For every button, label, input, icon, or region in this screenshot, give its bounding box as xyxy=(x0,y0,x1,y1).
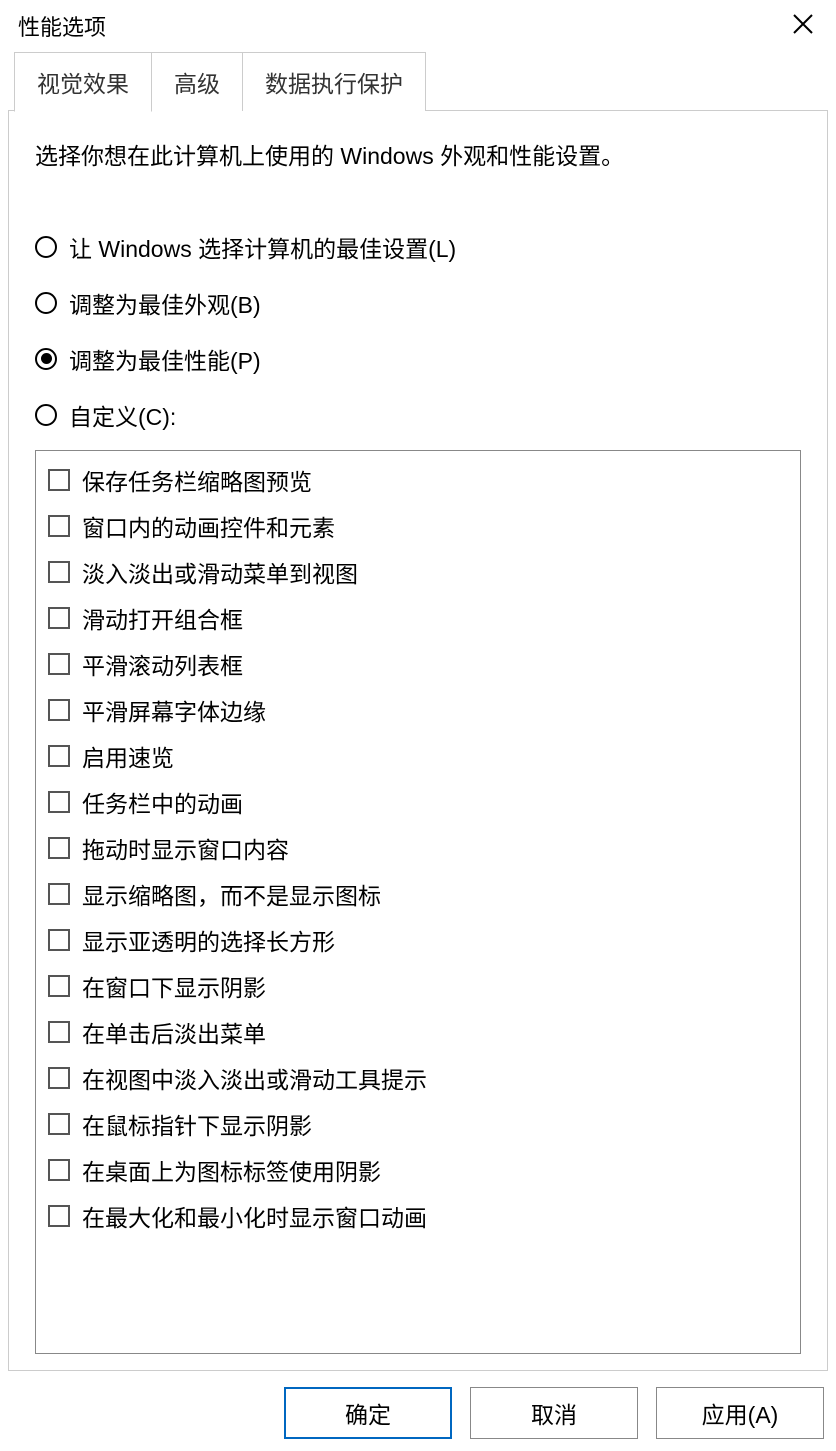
checkbox-item[interactable]: 在视图中淡入淡出或滑动工具提示 xyxy=(48,1061,788,1095)
checkbox-item[interactable]: 平滑屏幕字体边缘 xyxy=(48,693,788,727)
checkbox-icon xyxy=(48,699,70,721)
checkbox-label: 在鼠标指针下显示阴影 xyxy=(82,1107,312,1141)
titlebar: 性能选项 xyxy=(0,0,836,52)
checkbox-item[interactable]: 在桌面上为图标标签使用阴影 xyxy=(48,1153,788,1187)
button-row: 确定 取消 应用(A) xyxy=(0,1371,836,1451)
checkbox-label: 平滑滚动列表框 xyxy=(82,647,243,681)
checkbox-item[interactable]: 显示缩略图，而不是显示图标 xyxy=(48,877,788,911)
tab-label: 数据执行保护 xyxy=(265,71,403,97)
checkbox-icon xyxy=(48,1205,70,1227)
window-title: 性能选项 xyxy=(18,10,106,42)
tab-visual-effects[interactable]: 视觉效果 xyxy=(14,52,152,112)
checkbox-item[interactable]: 保存任务栏缩略图预览 xyxy=(48,463,788,497)
checkbox-icon xyxy=(48,1021,70,1043)
checkbox-item[interactable]: 窗口内的动画控件和元素 xyxy=(48,509,788,543)
radio-best-performance[interactable]: 调整为最佳性能(P) xyxy=(35,342,801,376)
checkbox-icon xyxy=(48,561,70,583)
radio-icon xyxy=(35,404,57,426)
checkbox-label: 淡入淡出或滑动菜单到视图 xyxy=(82,555,358,589)
checkbox-label: 平滑屏幕字体边缘 xyxy=(82,693,266,727)
radio-icon xyxy=(35,348,57,370)
checkbox-icon xyxy=(48,1113,70,1135)
checkbox-item[interactable]: 拖动时显示窗口内容 xyxy=(48,831,788,865)
checkbox-label: 窗口内的动画控件和元素 xyxy=(82,509,335,543)
radio-icon xyxy=(35,292,57,314)
checkbox-icon xyxy=(48,883,70,905)
checkbox-icon xyxy=(48,791,70,813)
checkbox-item[interactable]: 淡入淡出或滑动菜单到视图 xyxy=(48,555,788,589)
checkbox-item[interactable]: 显示亚透明的选择长方形 xyxy=(48,923,788,957)
checkbox-item[interactable]: 在最大化和最小化时显示窗口动画 xyxy=(48,1199,788,1233)
radio-label: 让 Windows 选择计算机的最佳设置(L) xyxy=(69,230,456,264)
checkbox-item[interactable]: 滑动打开组合框 xyxy=(48,601,788,635)
checkbox-icon xyxy=(48,607,70,629)
radio-label: 调整为最佳外观(B) xyxy=(69,286,261,320)
checkbox-label: 显示亚透明的选择长方形 xyxy=(82,923,335,957)
checkbox-item[interactable]: 平滑滚动列表框 xyxy=(48,647,788,681)
cancel-button[interactable]: 取消 xyxy=(470,1387,638,1439)
checkbox-label: 启用速览 xyxy=(82,739,174,773)
checkbox-label: 在桌面上为图标标签使用阴影 xyxy=(82,1153,381,1187)
tab-strip: 视觉效果 高级 数据执行保护 xyxy=(0,52,836,111)
checkbox-label: 拖动时显示窗口内容 xyxy=(82,831,289,865)
checkbox-item[interactable]: 在单击后淡出菜单 xyxy=(48,1015,788,1049)
tab-dep[interactable]: 数据执行保护 xyxy=(242,52,426,111)
tab-label: 视觉效果 xyxy=(37,71,129,97)
checkbox-icon xyxy=(48,515,70,537)
tab-label: 高级 xyxy=(174,71,220,97)
checkbox-label: 保存任务栏缩略图预览 xyxy=(82,463,312,497)
close-icon xyxy=(792,13,814,35)
checkbox-label: 在单击后淡出菜单 xyxy=(82,1015,266,1049)
tab-advanced[interactable]: 高级 xyxy=(151,52,243,111)
radio-icon xyxy=(35,236,57,258)
description-text: 选择你想在此计算机上使用的 Windows 外观和性能设置。 xyxy=(35,139,801,174)
checkbox-label: 任务栏中的动画 xyxy=(82,785,243,819)
checkbox-label: 在最大化和最小化时显示窗口动画 xyxy=(82,1199,427,1233)
radio-best-appearance[interactable]: 调整为最佳外观(B) xyxy=(35,286,801,320)
ok-button[interactable]: 确定 xyxy=(284,1387,452,1439)
tab-content: 选择你想在此计算机上使用的 Windows 外观和性能设置。 让 Windows… xyxy=(8,110,828,1371)
apply-button[interactable]: 应用(A) xyxy=(656,1387,824,1439)
close-button[interactable] xyxy=(782,8,824,44)
checkbox-icon xyxy=(48,929,70,951)
radio-label: 自定义(C): xyxy=(69,398,176,432)
radio-custom[interactable]: 自定义(C): xyxy=(35,398,801,432)
radio-group: 让 Windows 选择计算机的最佳设置(L) 调整为最佳外观(B) 调整为最佳… xyxy=(35,230,801,432)
checkbox-label: 显示缩略图，而不是显示图标 xyxy=(82,877,381,911)
checkbox-icon xyxy=(48,837,70,859)
checkbox-icon xyxy=(48,975,70,997)
checkbox-label: 在窗口下显示阴影 xyxy=(82,969,266,1003)
checkbox-icon xyxy=(48,745,70,767)
checkbox-label: 滑动打开组合框 xyxy=(82,601,243,635)
radio-let-windows-choose[interactable]: 让 Windows 选择计算机的最佳设置(L) xyxy=(35,230,801,264)
checkbox-label: 在视图中淡入淡出或滑动工具提示 xyxy=(82,1061,427,1095)
checkbox-icon xyxy=(48,1067,70,1089)
checkbox-icon xyxy=(48,1159,70,1181)
checkbox-item[interactable]: 在鼠标指针下显示阴影 xyxy=(48,1107,788,1141)
checkbox-icon xyxy=(48,469,70,491)
checkbox-item[interactable]: 启用速览 xyxy=(48,739,788,773)
radio-label: 调整为最佳性能(P) xyxy=(69,342,261,376)
checkbox-list: 保存任务栏缩略图预览 窗口内的动画控件和元素 淡入淡出或滑动菜单到视图 滑动打开… xyxy=(35,450,801,1354)
checkbox-item[interactable]: 在窗口下显示阴影 xyxy=(48,969,788,1003)
checkbox-item[interactable]: 任务栏中的动画 xyxy=(48,785,788,819)
checkbox-icon xyxy=(48,653,70,675)
